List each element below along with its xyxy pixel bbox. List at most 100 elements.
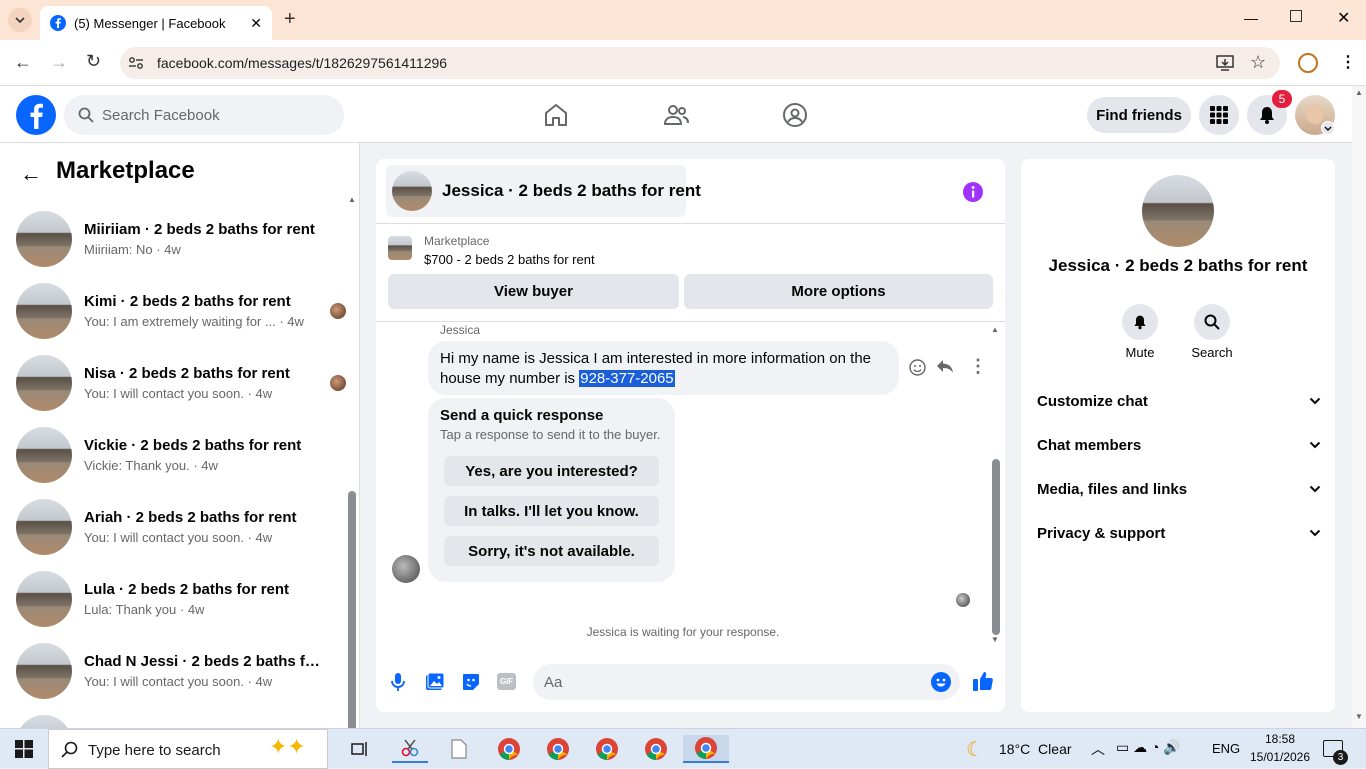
groups-icon[interactable] [782, 102, 808, 128]
conversation-item[interactable]: Miiriiam · 2 beds 2 baths for rent Miirii… [16, 203, 346, 275]
minimize-button[interactable]: — [1244, 10, 1258, 26]
chat-scrollbar[interactable]: ▲ ▼ [990, 325, 1002, 647]
section-label: Customize chat [1037, 392, 1148, 410]
listing-title[interactable]: $700 - 2 beds 2 baths for rent [424, 252, 595, 267]
quick-reply-not-available[interactable]: Sorry, it's not available. [444, 536, 659, 566]
message-input[interactable]: Aa [533, 664, 960, 700]
conversation-item[interactable]: Chad N Jessi · 2 beds 2 baths for... You:… [16, 635, 346, 707]
listing-thumbnail [388, 236, 412, 260]
friends-icon[interactable] [663, 102, 689, 128]
quick-reply-in-talks[interactable]: In talks. I'll let you know. [444, 496, 659, 526]
sticker-icon[interactable] [461, 672, 481, 692]
menu-button[interactable] [1199, 95, 1239, 135]
weather-text[interactable]: 18°C Clear [999, 741, 1072, 757]
chrome-active-icon[interactable] [683, 735, 729, 763]
search-icon [61, 741, 78, 758]
attach-photo-icon[interactable] [425, 672, 445, 692]
chevron-down-icon [1309, 529, 1321, 537]
sidebar-scroll-thumb[interactable] [348, 491, 356, 729]
chat-header-profile[interactable]: Jessica · 2 beds 2 baths for rent [386, 165, 701, 217]
site-settings-icon[interactable] [128, 56, 144, 70]
more-actions-icon[interactable]: ⋮ [969, 356, 987, 377]
facebook-logo-icon[interactable] [16, 95, 56, 135]
chrome-profile-icon[interactable] [540, 735, 576, 763]
restore-button[interactable] [1290, 10, 1302, 22]
search-highlight-icon: ✦✦ [269, 734, 306, 759]
task-view-icon[interactable] [342, 735, 378, 763]
search-label: Search [1191, 345, 1233, 360]
home-icon[interactable] [543, 102, 569, 128]
conversation-item[interactable]: Nisa · 2 beds 2 baths for rent You: I wil… [16, 347, 346, 419]
profile-icon[interactable] [1298, 53, 1318, 73]
info-icon[interactable] [962, 181, 984, 203]
file-icon[interactable] [441, 735, 477, 763]
new-tab-button[interactable]: + [284, 8, 296, 31]
chat-members-section[interactable]: Chat members [1037, 431, 1321, 459]
facebook-favicon-icon [50, 15, 66, 31]
seen-avatar [330, 303, 346, 319]
selected-phone-number[interactable]: 928-377-2065 [579, 370, 675, 387]
find-friends-button[interactable]: Find friends [1087, 97, 1191, 133]
conversation-item[interactable]: Ariah · 2 beds 2 baths for rent You: I wi… [16, 491, 346, 563]
sidebar-scrollbar[interactable]: ▲ ▼ [346, 193, 358, 729]
message-bubble[interactable]: Hi my name is Jessica I am interested in… [428, 341, 899, 395]
weather-moon-icon[interactable]: ☾ [966, 737, 984, 762]
install-app-icon[interactable] [1216, 55, 1234, 71]
chevron-down-icon [15, 17, 25, 23]
bookmark-star-icon[interactable]: ☆ [1250, 52, 1266, 73]
snipping-tool-icon[interactable] [392, 735, 428, 763]
search-conversation-button[interactable] [1194, 304, 1230, 340]
chat-scroll-thumb[interactable] [992, 459, 1000, 635]
taskbar-search-placeholder: Type here to search [88, 742, 221, 759]
react-emoji-icon[interactable] [909, 359, 926, 376]
search-icon [1204, 314, 1220, 330]
browser-menu-icon[interactable]: ⋮ [1340, 52, 1356, 72]
gif-icon[interactable]: GIF [497, 673, 516, 690]
conversation-avatar [16, 355, 72, 411]
facebook-search[interactable]: Search Facebook [64, 95, 344, 135]
view-buyer-button[interactable]: View buyer [388, 274, 679, 309]
reply-icon[interactable] [936, 359, 954, 375]
chrome-icon[interactable] [491, 735, 527, 763]
media-files-links-section[interactable]: Media, files and links [1037, 475, 1321, 503]
privacy-support-section[interactable]: Privacy & support [1037, 519, 1321, 547]
conversation-info-panel: Jessica · 2 beds 2 baths for rent Mute S… [1021, 159, 1335, 712]
browser-tab[interactable]: (5) Messenger | Facebook ✕ [40, 6, 272, 40]
voice-clip-icon[interactable] [391, 672, 405, 692]
account-menu-chevron-icon[interactable] [1321, 121, 1335, 135]
address-bar[interactable]: facebook.com/messages/t/1826297561411296… [120, 47, 1280, 79]
conversation-avatar [16, 643, 72, 699]
taskbar-search[interactable]: Type here to search ✦✦ [48, 729, 328, 769]
quick-response-title: Send a quick response [440, 407, 604, 424]
tab-close-icon[interactable]: ✕ [250, 15, 262, 32]
customize-chat-section[interactable]: Customize chat [1037, 387, 1321, 415]
like-thumb-icon[interactable] [972, 670, 994, 692]
clock-time[interactable]: 18:58 [1248, 732, 1312, 746]
back-arrow-icon[interactable]: ← [20, 161, 42, 187]
reload-button[interactable]: ↻ [86, 51, 101, 72]
tab-search-button[interactable] [8, 8, 32, 32]
quick-reply-yes[interactable]: Yes, are you interested? [444, 456, 659, 486]
tray-icons[interactable]: ▭ ☁ ◔ 🔊 [1116, 739, 1181, 756]
forward-button[interactable]: → [50, 52, 68, 73]
conversation-name: Ariah · 2 beds 2 baths for rent [84, 509, 297, 526]
message-placeholder: Aa [544, 674, 563, 691]
page-scrollbar[interactable]: ▲ ▼ [1352, 86, 1366, 728]
conversation-item[interactable]: Vickie · 2 beds 2 baths for rent Vickie: … [16, 419, 346, 491]
chrome-profile-icon[interactable] [589, 735, 625, 763]
language-indicator[interactable]: ENG [1212, 741, 1240, 756]
close-window-button[interactable]: ✕ [1337, 8, 1350, 28]
show-hidden-icons[interactable]: ︿ [1091, 739, 1105, 759]
conversation-item[interactable]: Teresa · 2 beds 2 baths for rent [16, 707, 346, 729]
mute-button[interactable] [1122, 304, 1158, 340]
windows-start-icon[interactable] [15, 740, 33, 758]
conversation-item[interactable]: Lula · 2 beds 2 baths for rent Lula: Than… [16, 563, 346, 635]
conversation-item[interactable]: Kimi · 2 beds 2 baths for rent You: I am … [16, 275, 346, 347]
clock-date[interactable]: 15/01/2026 [1248, 750, 1312, 764]
info-avatar[interactable] [1142, 175, 1214, 247]
chrome-profile-icon[interactable] [638, 735, 674, 763]
back-button[interactable]: ← [14, 52, 32, 73]
emoji-icon[interactable] [931, 672, 951, 692]
sender-avatar[interactable] [392, 555, 420, 583]
more-options-button[interactable]: More options [684, 274, 993, 309]
